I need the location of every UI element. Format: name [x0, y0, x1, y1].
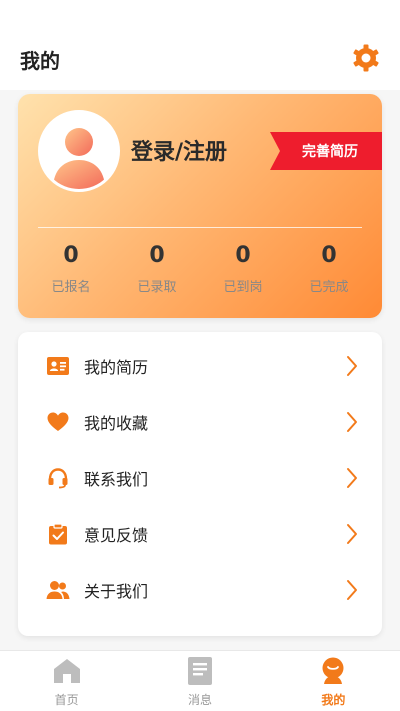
resume-card-icon — [46, 354, 70, 378]
headset-icon — [46, 466, 70, 490]
stat-label: 已录取 — [137, 280, 177, 295]
divider — [38, 227, 362, 228]
chevron-right-icon — [346, 411, 360, 433]
chevron-right-icon — [346, 355, 360, 377]
menu-label: 我的简历 — [84, 358, 149, 377]
menu-label: 意见反馈 — [84, 526, 149, 545]
stat-label: 已完成 — [309, 280, 349, 295]
stat-completed[interactable]: 0 已完成 — [286, 241, 372, 301]
tab-label: 消息 — [187, 693, 212, 707]
tab-label: 我的 — [321, 693, 346, 707]
gear-icon — [353, 44, 379, 72]
home-icon — [52, 657, 82, 685]
menu-label: 关于我们 — [84, 582, 149, 601]
stat-onboarded[interactable]: 0 已到岗 — [200, 241, 286, 301]
user-avatar-icon — [53, 128, 105, 189]
avatar[interactable] — [38, 110, 120, 192]
menu-item-contact[interactable]: 联系我们 — [18, 450, 382, 506]
tab-messages[interactable]: 消息 — [133, 651, 266, 711]
stat-value: 0 — [63, 243, 79, 268]
tab-bar: 首页 消息 我的 — [0, 650, 400, 711]
menu-label: 联系我们 — [84, 470, 149, 489]
stat-value: 0 — [321, 243, 337, 268]
stat-label: 已报名 — [51, 280, 91, 295]
chevron-right-icon — [346, 523, 360, 545]
stats-row: 0 已报名 0 已录取 0 已到岗 0 已完成 — [28, 241, 372, 301]
tab-home[interactable]: 首页 — [0, 651, 133, 711]
menu-label: 我的收藏 — [84, 414, 149, 433]
page-title: 我的 — [20, 49, 60, 73]
menu-item-favorites[interactable]: 我的收藏 — [18, 394, 382, 450]
menu-item-about[interactable]: 关于我们 — [18, 562, 382, 618]
stat-value: 0 — [149, 243, 165, 268]
stat-admitted[interactable]: 0 已录取 — [114, 241, 200, 301]
profile-card: 登录/注册 完善简历 0 已报名 0 已录取 0 已到岗 0 已完成 — [18, 94, 382, 318]
menu-item-feedback[interactable]: 意见反馈 — [18, 506, 382, 562]
tab-mine[interactable]: 我的 — [267, 651, 400, 711]
document-icon — [185, 657, 215, 685]
stat-applied[interactable]: 0 已报名 — [28, 241, 114, 301]
profile-icon — [318, 657, 348, 685]
chevron-right-icon — [346, 467, 360, 489]
menu-list: 我的简历 我的收藏 联系我们 意见反馈 关于我们 — [18, 332, 382, 636]
heart-icon — [46, 410, 70, 434]
tab-label: 首页 — [54, 693, 79, 707]
complete-resume-button[interactable]: 完善简历 — [270, 132, 382, 170]
clipboard-check-icon — [46, 522, 70, 546]
stat-label: 已到岗 — [223, 280, 263, 295]
header: 我的 — [0, 0, 400, 90]
stat-value: 0 — [235, 243, 251, 268]
users-icon — [46, 578, 70, 602]
settings-button[interactable] — [350, 42, 382, 74]
login-register-link[interactable]: 登录/注册 — [131, 134, 227, 166]
menu-item-resume[interactable]: 我的简历 — [18, 338, 382, 394]
chevron-right-icon — [346, 579, 360, 601]
